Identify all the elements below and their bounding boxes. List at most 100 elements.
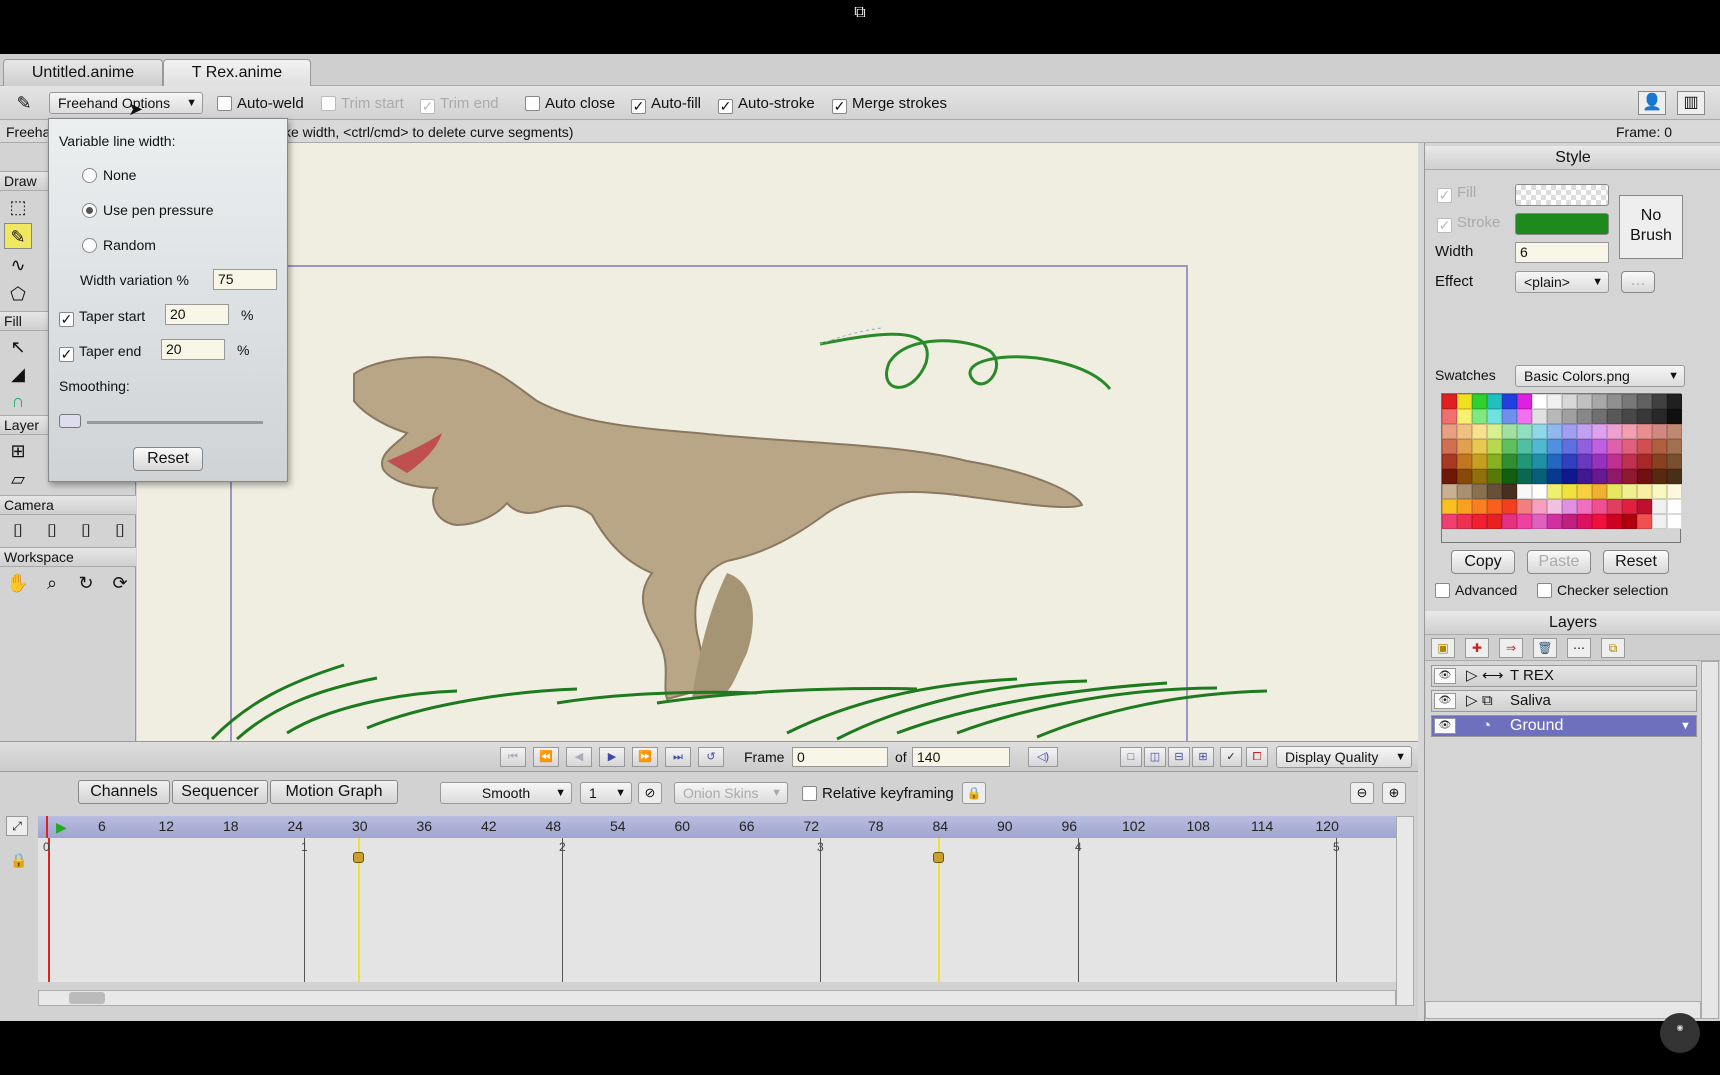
zoom-out-icon[interactable]: ⊖ <box>1350 782 1374 804</box>
color-swatch[interactable] <box>1517 439 1532 454</box>
hand-icon[interactable]: ✋ <box>4 570 32 596</box>
color-swatch[interactable] <box>1622 439 1637 454</box>
color-swatch[interactable] <box>1502 499 1517 514</box>
onion-skins-dropdown[interactable]: Onion Skins ▼ <box>674 782 788 804</box>
auto-close-checkbox[interactable]: Auto close <box>525 95 615 113</box>
zoom-icon[interactable]: ⌕ <box>38 570 66 596</box>
copy-button[interactable]: Copy <box>1451 550 1515 574</box>
frame-ruler[interactable]: ▶ 6 12 18 24 30 36 42 48 54 60 66 72 78 84 90 96 102 108 1… <box>38 816 1396 838</box>
color-swatch[interactable] <box>1502 439 1517 454</box>
audio-icon[interactable]: ◁) <box>1028 747 1058 767</box>
smoothing-slider-handle[interactable] <box>59 414 81 428</box>
color-swatch[interactable] <box>1547 514 1562 529</box>
step-forward-icon[interactable]: ⏩ <box>632 747 658 767</box>
color-swatch[interactable] <box>1502 394 1517 409</box>
play-icon[interactable]: ▶ <box>599 747 625 767</box>
color-swatch[interactable] <box>1502 409 1517 424</box>
color-swatch[interactable] <box>1502 514 1517 529</box>
lock-keys-icon[interactable]: 🔒 <box>962 782 986 804</box>
color-swatch[interactable] <box>1622 409 1637 424</box>
color-swatch[interactable] <box>1592 454 1607 469</box>
radio-random[interactable] <box>82 238 97 253</box>
color-swatch[interactable] <box>1532 394 1547 409</box>
transform-layer-icon[interactable]: ⊞ <box>4 438 32 464</box>
eye-icon[interactable]: 👁 <box>1434 718 1456 734</box>
color-swatch[interactable] <box>1637 514 1652 529</box>
stroke-checkbox[interactable]: ✓ Stroke <box>1437 214 1500 233</box>
color-swatch[interactable] <box>1607 469 1622 484</box>
relative-keyframing-checkbox[interactable]: Relative keyframing <box>802 785 954 803</box>
color-swatch[interactable] <box>1442 394 1457 409</box>
trash-icon[interactable]: 🗑 <box>1533 638 1557 658</box>
drawing-canvas[interactable] <box>137 143 1418 741</box>
color-swatch[interactable] <box>1667 454 1682 469</box>
color-swatch[interactable] <box>1502 469 1517 484</box>
keyframe-marker[interactable] <box>352 852 364 863</box>
color-swatch[interactable] <box>1622 469 1637 484</box>
popup-reset-button[interactable]: Reset <box>133 447 203 471</box>
keyframe-marker[interactable] <box>933 852 945 863</box>
color-swatch[interactable] <box>1532 439 1547 454</box>
merge-strokes-checkbox[interactable]: ✓ Merge strokes <box>832 95 947 114</box>
color-swatch[interactable] <box>1547 484 1562 499</box>
width-input[interactable]: 6 <box>1515 242 1609 263</box>
advanced-checkbox[interactable]: Advanced <box>1435 581 1517 599</box>
show-output-icon[interactable]: ✓ <box>1220 747 1242 767</box>
color-swatch[interactable] <box>1472 439 1487 454</box>
library-icon[interactable]: ▥ <box>1677 91 1705 115</box>
color-swatch[interactable] <box>1487 454 1502 469</box>
color-swatch[interactable] <box>1652 454 1667 469</box>
color-swatch[interactable] <box>1517 514 1532 529</box>
checker-selection-checkbox[interactable]: Checker selection <box>1537 581 1668 599</box>
scroll-thumb[interactable] <box>69 992 105 1004</box>
color-swatch[interactable] <box>1667 484 1682 499</box>
restore-window-icon[interactable]: ⧉ <box>851 4 869 22</box>
taper-start-checkbox[interactable]: ✓ Taper start <box>59 307 145 327</box>
color-swatch[interactable] <box>1442 499 1457 514</box>
color-swatch[interactable] <box>1472 499 1487 514</box>
color-swatch[interactable] <box>1637 409 1652 424</box>
user-icon[interactable]: 👤 <box>1638 91 1666 115</box>
color-swatch[interactable] <box>1517 499 1532 514</box>
color-swatch[interactable] <box>1472 409 1487 424</box>
color-swatch[interactable] <box>1532 454 1547 469</box>
color-swatch[interactable] <box>1532 424 1547 439</box>
color-swatch[interactable] <box>1547 409 1562 424</box>
camera-zoom-icon[interactable]: ⌷ <box>38 518 66 544</box>
color-swatch[interactable] <box>1652 499 1667 514</box>
color-swatch[interactable] <box>1457 439 1472 454</box>
orbit-workspace-icon[interactable]: ⟳ <box>106 570 134 596</box>
color-swatch[interactable] <box>1487 499 1502 514</box>
color-swatch[interactable] <box>1667 424 1682 439</box>
color-swatch[interactable] <box>1472 469 1487 484</box>
color-swatch[interactable] <box>1562 394 1577 409</box>
color-swatch[interactable] <box>1577 454 1592 469</box>
color-swatch[interactable] <box>1622 499 1637 514</box>
loop-icon[interactable]: ↺ <box>698 747 724 767</box>
color-swatch[interactable] <box>1592 409 1607 424</box>
eye-icon[interactable]: 👁 <box>1434 693 1456 709</box>
color-swatch[interactable] <box>1592 514 1607 529</box>
color-swatch[interactable] <box>1472 514 1487 529</box>
color-swatch[interactable] <box>1592 439 1607 454</box>
color-swatch[interactable] <box>1637 454 1652 469</box>
timeline-hscrollbar[interactable] <box>38 990 1396 1006</box>
color-swatch[interactable] <box>1442 484 1457 499</box>
expand-triangle-icon[interactable]: ▷ <box>1466 666 1478 686</box>
color-swatch[interactable] <box>1532 484 1547 499</box>
radio-use-pen-pressure[interactable] <box>82 203 97 218</box>
color-swatch[interactable] <box>1547 394 1562 409</box>
color-swatch[interactable] <box>1457 469 1472 484</box>
color-swatch[interactable] <box>1472 484 1487 499</box>
select-shape-icon[interactable]: ↖ <box>4 334 32 360</box>
color-swatch[interactable] <box>1442 454 1457 469</box>
step-back-icon[interactable]: ◀ <box>566 747 592 767</box>
color-swatch[interactable] <box>1532 499 1547 514</box>
color-swatch[interactable] <box>1472 454 1487 469</box>
color-swatch[interactable] <box>1667 409 1682 424</box>
camera-roll-icon[interactable]: ⌷ <box>72 518 100 544</box>
playhead-marker[interactable] <box>46 816 48 838</box>
color-swatch[interactable] <box>1547 469 1562 484</box>
color-swatch[interactable] <box>1457 454 1472 469</box>
color-swatch[interactable] <box>1502 424 1517 439</box>
